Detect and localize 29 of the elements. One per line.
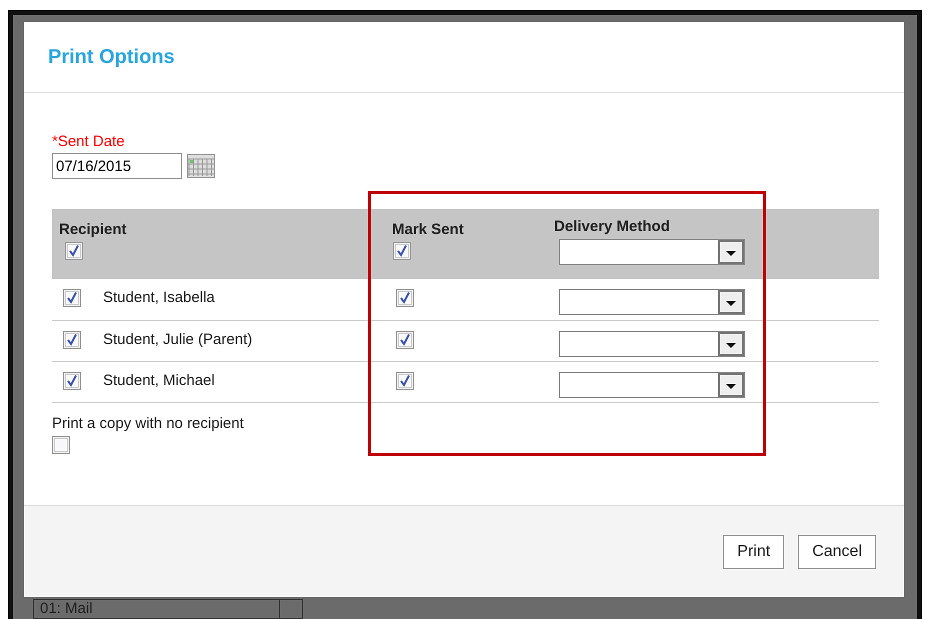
checkbox[interactable] — [396, 289, 414, 307]
checkbox[interactable] — [393, 242, 411, 260]
caret-icon[interactable] — [718, 240, 744, 264]
checkbox[interactable] — [63, 372, 81, 390]
dialog-title: Print Options — [48, 46, 175, 68]
date-field[interactable]: 07/16/2015 — [52, 153, 182, 179]
column-header: Delivery Method — [554, 218, 671, 235]
caret-icon[interactable] — [718, 332, 744, 356]
column-header: Recipient — [59, 221, 128, 238]
column-header: Mark Sent — [392, 221, 465, 238]
print-button[interactable]: Print — [723, 534, 784, 569]
field-label: *Sent Date — [52, 133, 126, 150]
delivery-method-dropdown[interactable] — [559, 372, 745, 398]
checkbox[interactable] — [65, 242, 83, 260]
checkbox[interactable] — [396, 330, 414, 348]
checkbox[interactable] — [396, 372, 414, 390]
recipient-name: Student, Michael — [103, 372, 215, 388]
delivery-method-dropdown[interactable] — [559, 289, 745, 315]
delivery-method-dropdown[interactable] — [559, 239, 745, 265]
checkbox[interactable] — [63, 330, 81, 348]
recipient-name: Student, Isabella — [103, 289, 215, 306]
cancel-button[interactable]: Cancel — [798, 534, 876, 569]
caret-icon[interactable] — [718, 372, 744, 396]
option-label: Print a copy with no recipient — [52, 414, 245, 432]
checkbox[interactable] — [52, 436, 70, 454]
delivery-method-dropdown[interactable] — [559, 330, 745, 356]
caret-icon[interactable] — [718, 290, 744, 314]
checkbox[interactable] — [63, 289, 81, 307]
recipient-name: Student, Julie (Parent) — [103, 330, 252, 348]
